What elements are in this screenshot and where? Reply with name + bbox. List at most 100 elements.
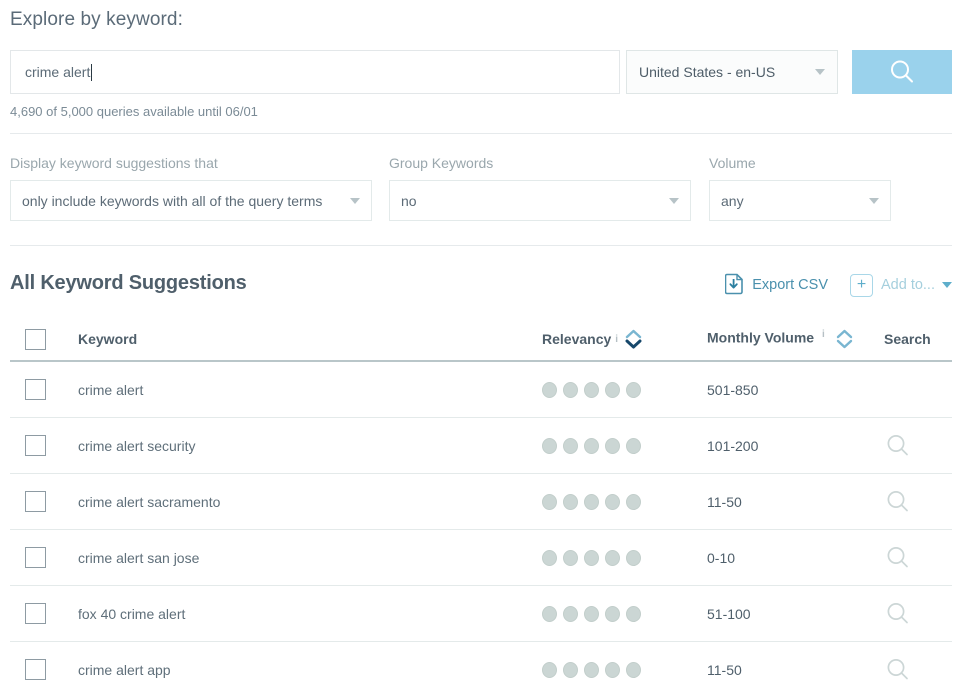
row-relevancy [542,494,702,510]
table-body: crime alert 501-850 crime alert security 10… [10,362,952,695]
results-actions: Export CSV + Add to... [725,273,952,297]
search-icon [884,600,912,628]
table-row: crime alert san jose0-10 [10,530,952,586]
row-search-cell[interactable] [872,544,952,572]
keyword-explorer-page: Explore by keyword: crime alert United S… [0,0,965,695]
export-csv-icon [725,273,745,297]
table-row: crime alert app11-50 [10,642,952,695]
relevancy-dots [542,550,641,566]
row-monthly-volume: 101-200 [702,438,872,454]
search-icon [887,57,917,87]
filter-select[interactable]: no [389,180,691,221]
chevron-down-icon [836,339,853,349]
row-search-cell[interactable] [872,432,952,460]
row-monthly-volume: 11-50 [702,494,872,510]
language-select-value: United States - en-US [639,64,815,80]
row-select-cell [10,603,68,624]
row-search-cell[interactable] [872,488,952,516]
relevancy-dot [605,550,620,566]
filter-label: Display keyword suggestions that [10,155,372,171]
results-title: All Keyword Suggestions [10,272,247,295]
relevancy-dot [542,382,557,398]
row-keyword[interactable]: fox 40 crime alert [68,606,542,622]
filter-select[interactable]: any [709,180,891,221]
search-icon [884,656,912,684]
relevancy-dots [542,606,641,622]
filter-select-value: no [401,193,669,209]
row-monthly-volume: 501-850 [702,382,872,398]
search-icon [884,544,912,572]
filter-label: Group Keywords [389,155,691,171]
text-cursor [91,64,92,81]
relevancy-dots [542,382,641,398]
monthly-volume-info-icon[interactable]: i [822,329,825,340]
divider-top [10,133,952,134]
row-checkbox[interactable] [25,547,46,568]
relevancy-dot [563,494,578,510]
column-header-monthly-volume[interactable]: Monthly Volume i [702,329,872,349]
row-keyword[interactable]: crime alert app [68,662,542,678]
relevancy-dot [626,438,641,454]
search-button[interactable] [852,50,952,94]
table-row: fox 40 crime alert51-100 [10,586,952,642]
chevron-down-icon [815,69,825,75]
relevancy-dot [542,494,557,510]
row-keyword[interactable]: crime alert sacramento [68,494,542,510]
row-select-cell [10,491,68,512]
relevancy-dot [626,550,641,566]
relevancy-dot [626,606,641,622]
column-header-relevancy[interactable]: Relevancy i [542,329,702,349]
row-select-cell [10,379,68,400]
row-search-cell[interactable] [872,600,952,628]
relevancy-dot [584,438,599,454]
chevron-up-icon [625,329,642,339]
row-checkbox[interactable] [25,435,46,456]
export-csv-label: Export CSV [752,277,828,293]
table-row: crime alert 501-850 [10,362,952,418]
language-select[interactable]: United States - en-US [626,50,838,94]
filter-label: Volume [709,155,891,171]
filter-select-value: any [721,193,869,209]
relevancy-dot [584,550,599,566]
row-checkbox[interactable] [25,491,46,512]
row-keyword[interactable]: crime alert security [68,438,542,454]
sort-monthly-volume-control[interactable] [836,329,853,349]
relevancy-dot [563,382,578,398]
row-keyword[interactable]: crime alert san jose [68,550,542,566]
export-csv-button[interactable]: Export CSV [725,273,828,297]
row-keyword[interactable]: crime alert [68,382,542,398]
filter-select-value: only include keywords with all of the qu… [22,193,350,209]
row-checkbox[interactable] [25,603,46,624]
relevancy-dot [584,494,599,510]
relevancy-dot [563,550,578,566]
relevancy-info-icon[interactable]: i [615,334,618,345]
row-checkbox[interactable] [25,379,46,400]
row-checkbox[interactable] [25,659,46,680]
row-relevancy [542,550,702,566]
row-search-cell[interactable] [872,656,952,684]
sort-relevancy-control[interactable] [625,329,642,349]
relevancy-dot [563,606,578,622]
filter-group-keywords: Group Keywords no [389,155,691,221]
column-header-search-label: Search [884,331,931,347]
add-to-button[interactable]: + Add to... [850,274,952,297]
keyword-input[interactable]: crime alert [10,50,620,94]
row-select-cell [10,547,68,568]
relevancy-dots [542,438,641,454]
search-icon [884,488,912,516]
chevron-down-icon [942,282,952,288]
row-select-cell [10,659,68,680]
table-row: crime alert sacramento 11-50 [10,474,952,530]
relevancy-dot [584,382,599,398]
filter-select[interactable]: only include keywords with all of the qu… [10,180,372,221]
table-header: Keyword Relevancy i Monthly Volume i [10,318,952,362]
chevron-down-icon [669,198,679,204]
row-relevancy [542,382,702,398]
relevancy-dot [584,662,599,678]
search-bar: crime alert United States - en-US [10,50,952,94]
select-all-checkbox[interactable] [25,329,46,350]
relevancy-dot [542,550,557,566]
column-header-keyword[interactable]: Keyword [68,331,542,347]
keyword-suggestions-table: Keyword Relevancy i Monthly Volume i [10,318,952,695]
relevancy-dot [626,382,641,398]
